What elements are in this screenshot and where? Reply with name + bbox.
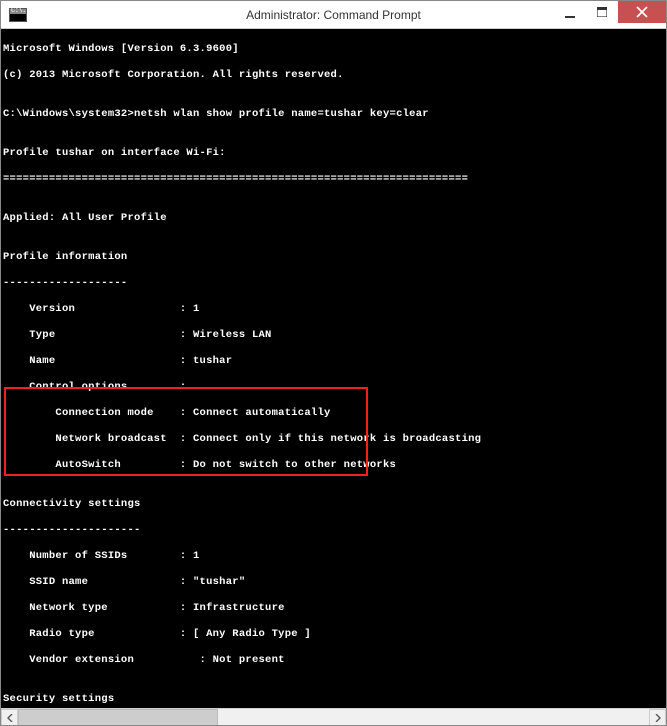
titlebar[interactable]: C:\. Administrator: Command Prompt (1, 1, 666, 29)
out-line: Applied: All User Profile (3, 212, 666, 225)
out-line: Type : Wireless LAN (3, 329, 666, 342)
prompt: C:\Windows\system32> (3, 108, 134, 120)
out-line: ------------------- (3, 277, 666, 290)
terminal-area: Microsoft Windows [Version 6.3.9600] (c)… (1, 29, 666, 725)
out-line: Vendor extension : Not present (3, 654, 666, 667)
out-line: --------------------- (3, 524, 666, 537)
cmd-icon: C:\. (9, 8, 27, 22)
section-header: Profile information (3, 251, 666, 264)
scroll-right-button[interactable] (649, 709, 666, 725)
out-line: Number of SSIDs : 1 (3, 550, 666, 563)
out-line: Microsoft Windows [Version 6.3.9600] (3, 43, 666, 56)
out-line: C:\Windows\system32>netsh wlan show prof… (3, 108, 666, 121)
cmd-icon-label: C:\. (10, 9, 26, 14)
chevron-right-icon (655, 714, 661, 722)
maximize-icon (597, 7, 607, 17)
section-header: Connectivity settings (3, 498, 666, 511)
close-icon (636, 6, 648, 18)
out-line: Name : tushar (3, 355, 666, 368)
chevron-left-icon (7, 714, 13, 722)
terminal-output[interactable]: Microsoft Windows [Version 6.3.9600] (c)… (1, 29, 666, 708)
out-line: Control options : (3, 381, 666, 394)
out-line: ========================================… (3, 173, 666, 186)
horizontal-scrollbar[interactable] (1, 708, 666, 725)
maximize-button[interactable] (586, 1, 618, 23)
out-line: Profile tushar on interface Wi-Fi: (3, 147, 666, 160)
command-input: netsh wlan show profile name=tushar key=… (134, 108, 429, 120)
window-controls (554, 1, 666, 28)
out-line: Radio type : [ Any Radio Type ] (3, 628, 666, 641)
out-line: Version : 1 (3, 303, 666, 316)
close-button[interactable] (618, 1, 666, 23)
out-line: (c) 2013 Microsoft Corporation. All righ… (3, 69, 666, 82)
out-line: Network type : Infrastructure (3, 602, 666, 615)
command-prompt-window: C:\. Administrator: Command Prompt Micro… (0, 0, 667, 726)
out-line: SSID name : "tushar" (3, 576, 666, 589)
out-line: Network broadcast : Connect only if this… (3, 433, 666, 446)
out-line: AutoSwitch : Do not switch to other netw… (3, 459, 666, 472)
minimize-button[interactable] (554, 1, 586, 23)
minimize-icon (565, 16, 575, 18)
scroll-left-button[interactable] (1, 709, 18, 725)
scroll-thumb[interactable] (18, 709, 218, 725)
section-header: Security settings (3, 693, 666, 706)
out-line: Connection mode : Connect automatically (3, 407, 666, 420)
